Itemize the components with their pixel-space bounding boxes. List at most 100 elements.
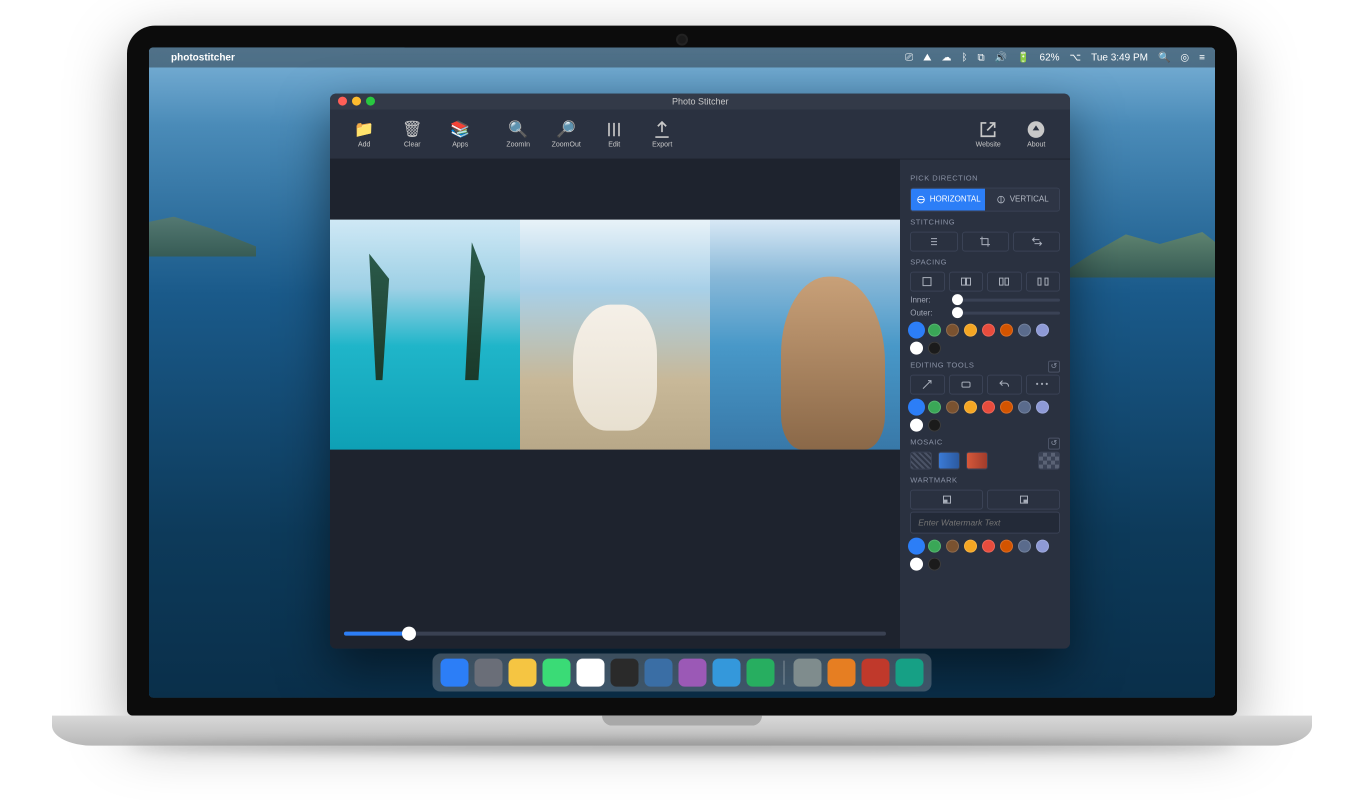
dock-app[interactable] xyxy=(713,659,741,687)
color-swatch[interactable] xyxy=(982,323,995,336)
color-swatch[interactable] xyxy=(910,557,923,570)
inner-spacing-slider[interactable] xyxy=(952,298,1060,301)
stitch-mode-3[interactable] xyxy=(1013,231,1060,251)
color-swatch[interactable] xyxy=(910,539,923,552)
website-button[interactable]: Website xyxy=(964,119,1012,148)
color-swatch[interactable] xyxy=(928,341,941,354)
direction-vertical[interactable]: VERTICAL xyxy=(985,188,1059,210)
dock-app[interactable] xyxy=(862,659,890,687)
color-swatch[interactable] xyxy=(928,539,941,552)
color-swatch[interactable] xyxy=(1000,323,1013,336)
color-swatch[interactable] xyxy=(928,400,941,413)
siri-icon[interactable]: ◎ xyxy=(1180,52,1189,63)
color-swatch[interactable] xyxy=(964,539,977,552)
display-mirror-icon[interactable]: ⎚ xyxy=(905,52,913,63)
mountain-menulet-icon[interactable]: ⛰ xyxy=(923,52,931,63)
zoomout-button[interactable]: 🔎 ZoomOut xyxy=(542,119,590,148)
spacing-preset-1[interactable] xyxy=(910,271,945,291)
add-button[interactable]: 📁 Add xyxy=(340,119,388,148)
watermark-position-1[interactable] xyxy=(910,489,983,509)
watermark-text-input[interactable] xyxy=(910,511,1060,533)
stitch-mode-2[interactable] xyxy=(962,231,1009,251)
color-swatch[interactable] xyxy=(1036,539,1049,552)
dock-app[interactable] xyxy=(543,659,571,687)
window-titlebar[interactable]: Photo Stitcher xyxy=(330,93,1070,109)
mosaic-pattern-1[interactable] xyxy=(910,451,932,469)
mosaic-pattern-3[interactable] xyxy=(966,451,988,469)
battery-icon[interactable]: 🔋 xyxy=(1017,52,1029,63)
dock-app[interactable] xyxy=(611,659,639,687)
wifi-icon[interactable]: ⧉ xyxy=(977,52,984,63)
color-swatch[interactable] xyxy=(964,400,977,413)
stitched-image-1[interactable] xyxy=(330,219,520,449)
dock-app[interactable] xyxy=(679,659,707,687)
outer-spacing-slider[interactable] xyxy=(952,311,1060,314)
spacing-preset-3[interactable] xyxy=(987,271,1022,291)
volume-icon[interactable]: 🔊 xyxy=(995,52,1007,63)
outer-spacing-thumb[interactable] xyxy=(952,307,963,318)
dock-app[interactable] xyxy=(794,659,822,687)
color-swatch[interactable] xyxy=(910,323,923,336)
spotlight-icon[interactable]: 🔍 xyxy=(1158,52,1170,63)
color-swatch[interactable] xyxy=(946,323,959,336)
color-swatch[interactable] xyxy=(928,323,941,336)
apps-button[interactable]: 📚 Apps xyxy=(436,119,484,148)
dock-app[interactable] xyxy=(896,659,924,687)
color-swatch[interactable] xyxy=(910,341,923,354)
stitched-images[interactable] xyxy=(330,219,900,449)
edit-tool-undo[interactable] xyxy=(987,374,1022,394)
color-swatch[interactable] xyxy=(1018,323,1031,336)
color-swatch[interactable] xyxy=(946,539,959,552)
close-button[interactable] xyxy=(338,97,347,106)
color-swatch[interactable] xyxy=(982,400,995,413)
dock-app[interactable] xyxy=(747,659,775,687)
export-button[interactable]: Export xyxy=(638,119,686,148)
editing-reset-button[interactable]: ↺ xyxy=(1048,360,1060,372)
color-swatch[interactable] xyxy=(1000,539,1013,552)
color-swatch[interactable] xyxy=(982,539,995,552)
color-swatch[interactable] xyxy=(946,400,959,413)
clock[interactable]: Tue 3:49 PM xyxy=(1091,52,1148,63)
menubar-app-name[interactable]: photostitcher xyxy=(171,52,235,63)
zoom-slider[interactable] xyxy=(344,631,886,635)
mosaic-reset-button[interactable]: ↺ xyxy=(1048,437,1060,449)
mosaic-pattern-4[interactable] xyxy=(1038,451,1060,469)
cloud-menulet-icon[interactable]: ☁ xyxy=(941,52,951,63)
inner-spacing-thumb[interactable] xyxy=(952,294,963,305)
edit-tool-arrow[interactable] xyxy=(910,374,945,394)
color-swatch[interactable] xyxy=(1000,400,1013,413)
fullscreen-button[interactable] xyxy=(366,97,375,106)
notification-center-icon[interactable]: ≡ xyxy=(1199,52,1205,63)
dock-app[interactable] xyxy=(645,659,673,687)
color-swatch[interactable] xyxy=(1036,400,1049,413)
watermark-position-2[interactable] xyxy=(987,489,1060,509)
edit-tool-more[interactable]: ••• xyxy=(1026,374,1061,394)
clear-button[interactable]: 🗑 Clear xyxy=(388,119,436,148)
dock-app[interactable] xyxy=(441,659,469,687)
color-swatch[interactable] xyxy=(1036,323,1049,336)
dock-app[interactable] xyxy=(577,659,605,687)
dock-app[interactable] xyxy=(828,659,856,687)
control-center-icon[interactable]: ⌥ xyxy=(1070,52,1082,63)
zoom-slider-thumb[interactable] xyxy=(402,626,416,640)
edit-tool-rect[interactable] xyxy=(949,374,984,394)
color-swatch[interactable] xyxy=(928,557,941,570)
mosaic-pattern-2[interactable] xyxy=(938,451,960,469)
spacing-preset-4[interactable] xyxy=(1026,271,1061,291)
direction-horizontal[interactable]: HORIZONTAL xyxy=(911,188,985,210)
color-swatch[interactable] xyxy=(910,418,923,431)
zoomin-button[interactable]: 🔍 ZoomIn xyxy=(494,119,542,148)
minimize-button[interactable] xyxy=(352,97,361,106)
bluetooth-icon[interactable]: ᛒ xyxy=(961,52,967,63)
color-swatch[interactable] xyxy=(1018,400,1031,413)
dock-app[interactable] xyxy=(509,659,537,687)
stitched-image-2[interactable] xyxy=(520,219,710,449)
edit-button[interactable]: Edit xyxy=(590,119,638,148)
color-swatch[interactable] xyxy=(1018,539,1031,552)
spacing-preset-2[interactable] xyxy=(949,271,984,291)
dock-app[interactable] xyxy=(475,659,503,687)
color-swatch[interactable] xyxy=(964,323,977,336)
color-swatch[interactable] xyxy=(928,418,941,431)
stitch-mode-1[interactable] xyxy=(910,231,957,251)
color-swatch[interactable] xyxy=(910,400,923,413)
